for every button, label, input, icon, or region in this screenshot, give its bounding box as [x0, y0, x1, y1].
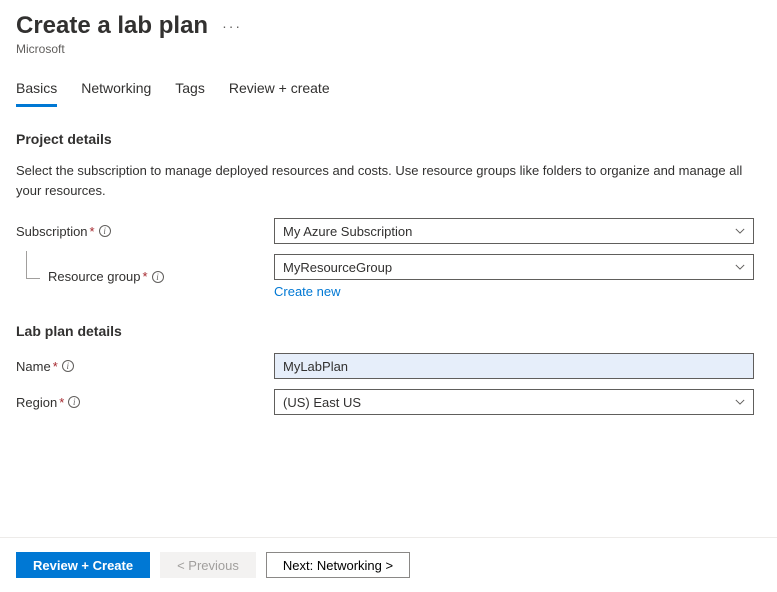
name-row: Name * i MyLabPlan	[16, 353, 761, 379]
lab-plan-details-section: Lab plan details Name * i MyLabPlan Regi…	[16, 323, 761, 415]
project-details-section: Project details Select the subscription …	[16, 131, 761, 299]
indent-connector	[26, 251, 40, 279]
chevron-down-icon	[735, 262, 745, 272]
region-value: (US) East US	[283, 395, 361, 410]
region-select[interactable]: (US) East US	[274, 389, 754, 415]
name-label: Name	[16, 359, 51, 374]
footer-bar: Review + Create < Previous Next: Network…	[0, 537, 777, 592]
region-row: Region * i (US) East US	[16, 389, 761, 415]
required-indicator: *	[90, 224, 95, 239]
name-input[interactable]: MyLabPlan	[274, 353, 754, 379]
chevron-down-icon	[735, 226, 745, 236]
chevron-down-icon	[735, 397, 745, 407]
required-indicator: *	[143, 269, 148, 284]
tab-review-create[interactable]: Review + create	[229, 74, 330, 106]
tab-bar: Basics Networking Tags Review + create	[16, 74, 761, 107]
tab-basics[interactable]: Basics	[16, 74, 57, 107]
name-value: MyLabPlan	[283, 359, 348, 374]
project-details-heading: Project details	[16, 131, 761, 147]
publisher-label: Microsoft	[16, 42, 761, 56]
more-actions-icon[interactable]: ···	[218, 18, 246, 34]
create-new-link[interactable]: Create new	[274, 284, 340, 299]
info-icon[interactable]: i	[152, 271, 164, 283]
info-icon[interactable]: i	[62, 360, 74, 372]
tab-tags[interactable]: Tags	[175, 74, 205, 106]
review-create-button[interactable]: Review + Create	[16, 552, 150, 578]
resource-group-label: Resource group	[48, 269, 141, 284]
subscription-label: Subscription	[16, 224, 88, 239]
lab-plan-details-heading: Lab plan details	[16, 323, 761, 339]
required-indicator: *	[53, 359, 58, 374]
required-indicator: *	[59, 395, 64, 410]
page-header: Create a lab plan ··· Microsoft	[16, 12, 761, 56]
next-button[interactable]: Next: Networking >	[266, 552, 410, 578]
info-icon[interactable]: i	[99, 225, 111, 237]
resource-group-value: MyResourceGroup	[283, 260, 392, 275]
resource-group-row: Resource group * i MyResourceGroup Creat…	[16, 254, 761, 299]
info-icon[interactable]: i	[68, 396, 80, 408]
region-label: Region	[16, 395, 57, 410]
subscription-row: Subscription * i My Azure Subscription	[16, 218, 761, 244]
tab-networking[interactable]: Networking	[81, 74, 151, 106]
subscription-select[interactable]: My Azure Subscription	[274, 218, 754, 244]
project-details-description: Select the subscription to manage deploy…	[16, 161, 756, 200]
resource-group-select[interactable]: MyResourceGroup	[274, 254, 754, 280]
subscription-value: My Azure Subscription	[283, 224, 412, 239]
page-title: Create a lab plan	[16, 12, 208, 40]
previous-button: < Previous	[160, 552, 256, 578]
